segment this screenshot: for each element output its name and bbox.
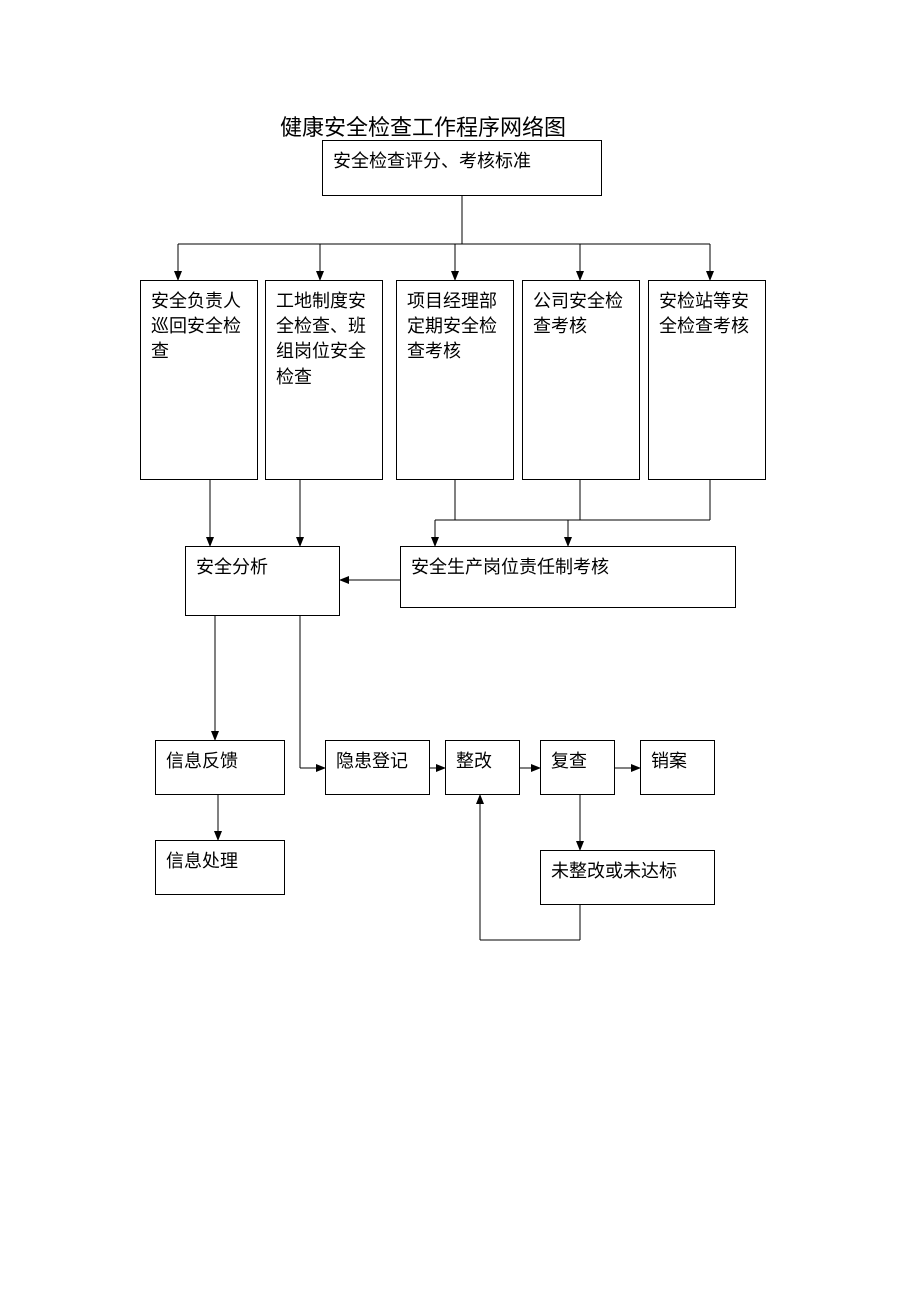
node-feedback: 信息反馈 [155, 740, 285, 795]
node-row1-2: 工地制度安全检查、班组岗位安全检查 [265, 280, 383, 480]
node-close: 销案 [640, 740, 715, 795]
diagram-title: 健康安全检查工作程序网络图 [280, 110, 566, 142]
node-recheck: 复查 [540, 740, 615, 795]
node-row1-1: 安全负责人巡回安全检查 [140, 280, 258, 480]
node-hazard: 隐患登记 [325, 740, 430, 795]
node-rectify: 整改 [445, 740, 520, 795]
node-row1-3: 项目经理部定期安全检查考核 [396, 280, 514, 480]
node-row1-4: 公司安全检查考核 [522, 280, 640, 480]
node-responsibility: 安全生产岗位责任制考核 [400, 546, 736, 608]
node-top: 安全检查评分、考核标准 [322, 140, 602, 196]
node-analysis: 安全分析 [185, 546, 340, 616]
node-notmet: 未整改或未达标 [540, 850, 715, 905]
node-row1-5: 安检站等安全检查考核 [648, 280, 766, 480]
node-process: 信息处理 [155, 840, 285, 895]
